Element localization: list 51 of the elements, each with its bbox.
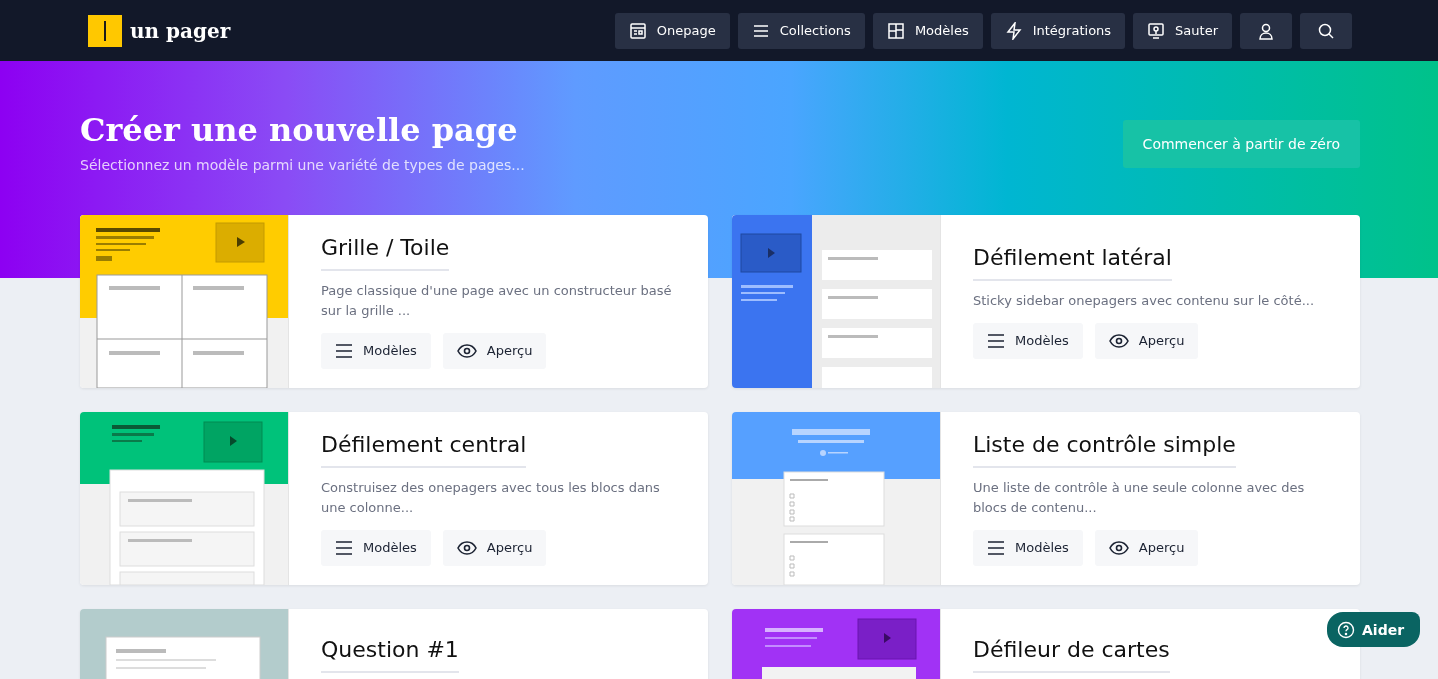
grid-icon — [886, 21, 905, 40]
list-icon — [335, 342, 353, 359]
template-card[interactable]: Défilement central Construisez des onepagers avec tous les blocs dans une colonne... Modèles Aperçu — [80, 412, 708, 585]
search-icon — [1317, 21, 1335, 40]
preview-button[interactable]: Aperçu — [1094, 322, 1199, 359]
eye-icon — [456, 540, 477, 555]
card-description: Page classique d'une page avec un constructeur basé sur la grille ... — [321, 281, 673, 320]
card-description: Sticky sidebar onepagers avec contenu sur le côté... — [973, 291, 1316, 310]
templates-button[interactable]: Modèles — [973, 529, 1083, 566]
eye-icon — [456, 343, 477, 358]
template-card[interactable]: Question #1 — [80, 609, 708, 679]
nav-button[interactable]: Intégrations — [990, 12, 1126, 49]
card-title: Grille / Toile — [321, 234, 450, 271]
templates-button[interactable]: Modèles — [973, 322, 1083, 359]
template-card[interactable]: Défileur de cartes — [732, 609, 1360, 679]
bolt-icon — [1004, 21, 1023, 40]
preview-button[interactable]: Aperçu — [442, 529, 547, 566]
page-subtitle: Sélectionnez un modèle parmi une variété de types de pages... — [80, 157, 525, 173]
nav-button[interactable]: Collections — [737, 12, 865, 49]
card-title: Question #1 — [321, 637, 459, 673]
card-description: Une liste de contrôle à une seule colonne avec des blocs de contenu... — [973, 478, 1306, 517]
template-card[interactable]: Grille / Toile Page classique d'une page avec un constructeur basé sur la grille ... Modèles Aperçu — [80, 215, 708, 388]
card-title: Défilement latéral — [973, 244, 1172, 281]
list-icon — [987, 539, 1005, 556]
list-icon — [335, 539, 353, 556]
nav-button[interactable]: Sauter — [1133, 12, 1232, 49]
template-card[interactable]: Liste de contrôle simple Une liste de contrôle à une seule colonne avec des blocs de contenu... Modèles Aperçu — [732, 412, 1360, 585]
account-button[interactable] — [1240, 12, 1292, 49]
page-icon — [628, 21, 647, 40]
templates-button[interactable]: Modèles — [321, 529, 431, 566]
card-title: Défileur de cartes — [973, 637, 1170, 673]
card-description: Construisez des onepagers avec tous les blocs dans une colonne... — [321, 478, 661, 517]
template-card[interactable]: Défilement latéral Sticky sidebar onepagers avec contenu sur le côté... Modèles Aperçu — [732, 215, 1360, 388]
card-title: Défilement central — [321, 431, 527, 468]
help-button[interactable]: Aider — [1327, 612, 1421, 647]
preview-button[interactable]: Aperçu — [442, 332, 547, 369]
card-title: Liste de contrôle simple — [973, 431, 1236, 468]
user-icon — [1257, 21, 1275, 40]
list-icon — [987, 332, 1005, 349]
help-icon — [1337, 620, 1355, 639]
logo-icon — [88, 14, 122, 47]
eye-icon — [1108, 540, 1129, 555]
nav-button[interactable]: Onepage — [614, 12, 730, 49]
logo-text: un pager — [130, 18, 231, 43]
search-button[interactable] — [1300, 12, 1352, 49]
templates-button[interactable]: Modèles — [321, 332, 431, 369]
eye-icon — [1108, 333, 1129, 348]
nav-button[interactable]: Modèles — [872, 12, 983, 49]
preview-button[interactable]: Aperçu — [1094, 529, 1199, 566]
monitor-icon — [1147, 21, 1166, 40]
page-title: Créer une nouvelle page — [80, 111, 519, 149]
